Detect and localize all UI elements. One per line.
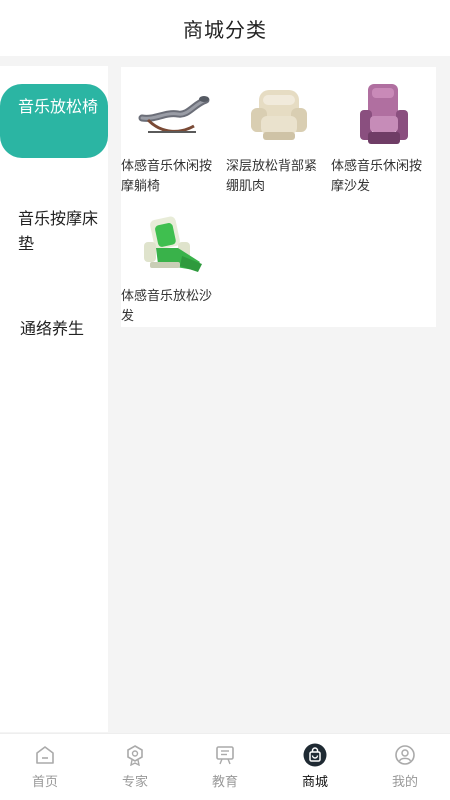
bottom-tab-bar: 首页 专家 教育 商城 我的: [0, 733, 450, 800]
shopping-bag-icon: [303, 743, 327, 767]
product-grid: 体感音乐休闲按摩躺椅 深层放松背部紧绷肌肉 体感音乐休闲按摩沙发 体感音乐放松沙…: [121, 67, 436, 327]
recliner-image: [226, 75, 331, 155]
product-name: 深层放松背部紧绷肌肉: [226, 159, 318, 194]
page-title: 商城分类: [183, 17, 267, 42]
tab-label: 商城: [301, 775, 328, 790]
green-recliner-image: [121, 205, 226, 285]
tab-label: 教育: [211, 775, 238, 790]
tab-expert[interactable]: 专家: [90, 734, 180, 800]
profile-icon: [393, 743, 417, 767]
expert-badge-icon: [123, 743, 147, 767]
header: 商城分类: [0, 0, 450, 56]
product-card[interactable]: 体感音乐休闲按摩躺椅: [121, 75, 226, 197]
product-name: 体感音乐放松沙发: [121, 289, 213, 324]
lounge-chair-image: [121, 75, 226, 155]
product-card[interactable]: 体感音乐放松沙发: [121, 205, 226, 327]
home-icon: [33, 743, 57, 767]
product-card[interactable]: 深层放松背部紧绷肌肉: [226, 75, 331, 197]
category-sidebar: 音乐放松椅 音乐按摩床垫 通络养生: [0, 66, 108, 732]
product-card[interactable]: 体感音乐休闲按摩沙发: [331, 75, 436, 197]
tab-home[interactable]: 首页: [0, 734, 90, 800]
sidebar-item-music-relax-chair[interactable]: 音乐放松椅: [0, 84, 108, 158]
product-name: 体感音乐休闲按摩沙发: [331, 159, 423, 194]
sidebar-item-music-massage-mattress[interactable]: 音乐按摩床垫: [0, 206, 108, 256]
massage-sofa-image: [331, 75, 436, 155]
tab-mine[interactable]: 我的: [360, 734, 450, 800]
tab-label: 首页: [31, 775, 58, 790]
tab-education[interactable]: 教育: [180, 734, 270, 800]
tab-mall[interactable]: 商城: [270, 734, 360, 800]
education-board-icon: [213, 743, 237, 767]
tab-label: 我的: [391, 775, 418, 790]
sidebar-item-meridian-wellness[interactable]: 通络养生: [0, 316, 108, 341]
tab-label: 专家: [121, 775, 148, 790]
product-name: 体感音乐休闲按摩躺椅: [121, 159, 213, 194]
